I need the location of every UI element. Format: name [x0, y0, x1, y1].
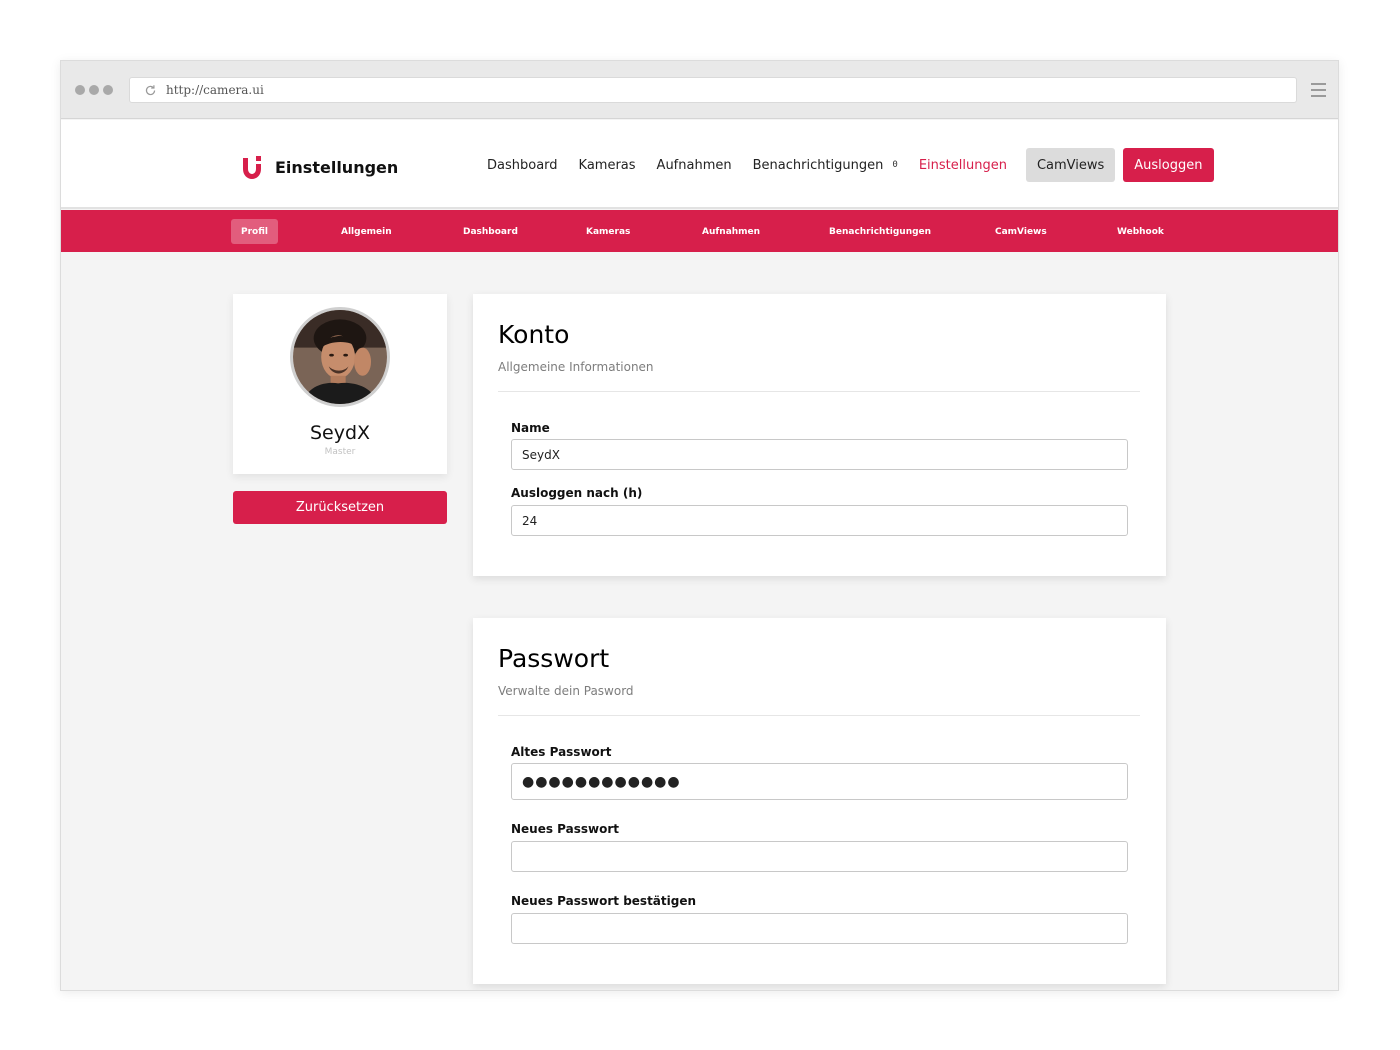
- page-title: Einstellungen: [275, 157, 399, 177]
- nav-link-kameras[interactable]: Kameras: [579, 158, 636, 173]
- logout-after-field[interactable]: [511, 505, 1128, 536]
- subnav-item-webhook[interactable]: Webhook: [1117, 219, 1164, 244]
- subnav-item-aufnahmen[interactable]: Aufnahmen: [702, 219, 760, 244]
- nav-link-dashboard[interactable]: Dashboard: [487, 158, 558, 173]
- url-text[interactable]: http://camera.ui: [166, 83, 264, 97]
- reset-button[interactable]: Zurücksetzen: [233, 491, 447, 524]
- main-nav: Dashboard Kameras Aufnahmen Benachrichti…: [487, 148, 1214, 182]
- window-controls: [75, 85, 113, 95]
- logout-button[interactable]: Ausloggen: [1123, 148, 1214, 182]
- nav-link-label: Dashboard: [487, 157, 558, 173]
- settings-subnav: Profil Allgemein Dashboard Kameras Aufna…: [61, 210, 1338, 252]
- brand[interactable]: Einstellungen: [241, 154, 398, 180]
- password-subtitle: Verwalte dein Pasword: [498, 684, 634, 698]
- confirm-password-label: Neues Passwort bestätigen: [511, 894, 697, 908]
- confirm-password-field[interactable]: [511, 913, 1128, 944]
- name-field[interactable]: [511, 439, 1128, 470]
- hamburger-menu-icon[interactable]: [1311, 83, 1326, 97]
- subnav-item-dashboard[interactable]: Dashboard: [463, 219, 518, 244]
- reload-icon[interactable]: [144, 84, 157, 97]
- subnav-item-profil[interactable]: Profil: [231, 219, 278, 244]
- old-password-label: Altes Passwort: [511, 745, 612, 759]
- camera-ui-logo-icon: [243, 156, 261, 179]
- nav-link-label: Benachrichtigungen: [752, 157, 884, 173]
- window-dot[interactable]: [89, 85, 99, 95]
- avatar-image: [293, 310, 387, 404]
- logout-after-label: Ausloggen nach (h): [511, 486, 643, 500]
- subnav-item-kameras[interactable]: Kameras: [586, 219, 630, 244]
- profile-card: SeydX Master: [233, 294, 447, 474]
- password-card: Passwort Verwalte dein Pasword Altes Pas…: [473, 618, 1166, 984]
- nav-link-label: Einstellungen: [918, 157, 1007, 173]
- account-subtitle: Allgemeine Informationen: [498, 360, 654, 374]
- account-card: Konto Allgemeine Informationen Name Ausl…: [473, 294, 1166, 576]
- nav-link-label: Kameras: [578, 157, 636, 173]
- subnav-item-benachrichtigungen[interactable]: Benachrichtigungen: [829, 219, 931, 244]
- new-password-field[interactable]: [511, 841, 1128, 872]
- avatar[interactable]: [290, 307, 390, 407]
- old-password-field[interactable]: [511, 763, 1128, 800]
- divider: [498, 391, 1140, 392]
- top-navigation: Einstellungen Dashboard Kameras Aufnahme…: [61, 120, 1338, 209]
- nav-link-aufnahmen[interactable]: Aufnahmen: [657, 158, 732, 173]
- address-bar[interactable]: http://camera.ui: [129, 77, 1297, 103]
- notification-count-badge: 0: [892, 160, 898, 170]
- new-password-label: Neues Passwort: [511, 822, 620, 836]
- camviews-button[interactable]: CamViews: [1025, 148, 1116, 182]
- subnav-item-allgemein[interactable]: Allgemein: [341, 219, 392, 244]
- window-dot[interactable]: [75, 85, 85, 95]
- subnav-item-camviews[interactable]: CamViews: [995, 219, 1047, 244]
- account-title: Konto: [498, 320, 570, 349]
- browser-window: http://camera.ui Einstellungen Dashboard…: [60, 60, 1339, 991]
- nav-link-einstellungen[interactable]: Einstellungen: [919, 158, 1007, 173]
- window-dot[interactable]: [103, 85, 113, 95]
- profile-role: Master: [324, 447, 356, 457]
- nav-link-benachrichtigungen[interactable]: Benachrichtigungen 0: [753, 158, 898, 173]
- name-label: Name: [511, 421, 550, 435]
- browser-chrome: http://camera.ui: [61, 61, 1338, 119]
- password-title: Passwort: [498, 644, 610, 673]
- nav-link-label: Aufnahmen: [656, 157, 732, 173]
- profile-name: SeydX: [309, 422, 371, 444]
- divider: [498, 715, 1140, 716]
